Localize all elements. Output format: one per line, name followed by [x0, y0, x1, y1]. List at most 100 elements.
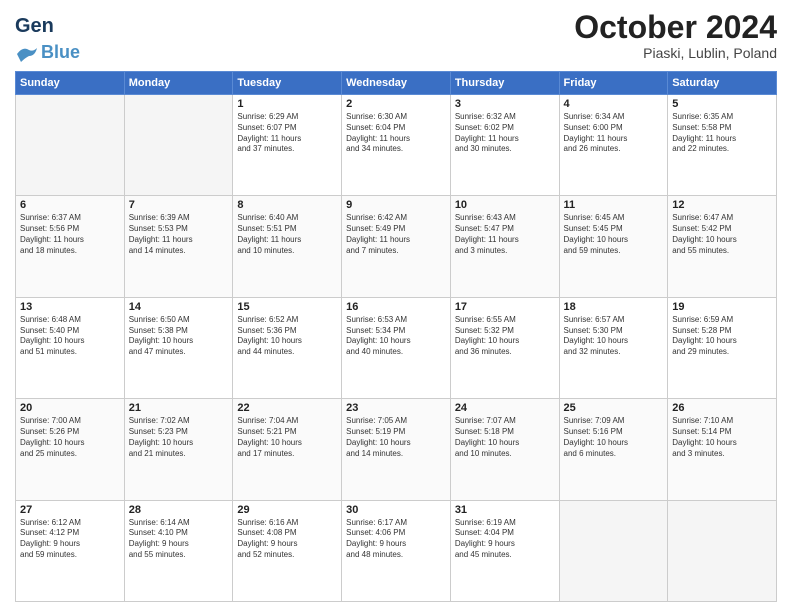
calendar-cell: 22 Sunrise: 7:04 AM Sunset: 5:21 PM Dayli…	[233, 399, 342, 500]
day-number: 28	[129, 504, 229, 516]
day-number: 1	[237, 98, 337, 110]
calendar-cell: 28 Sunrise: 6:14 AM Sunset: 4:10 PM Dayli…	[124, 500, 233, 601]
calendar-cell: 11 Sunrise: 6:45 AM Sunset: 5:45 PM Dayli…	[559, 196, 668, 297]
day-number: 13	[20, 301, 120, 313]
day-number: 7	[129, 199, 229, 211]
day-detail: Sunrise: 6:29 AM Sunset: 6:07 PM Dayligh…	[237, 112, 337, 155]
month-title: October 2024	[574, 10, 777, 45]
day-number: 12	[672, 199, 772, 211]
day-number: 30	[346, 504, 446, 516]
day-number: 16	[346, 301, 446, 313]
day-detail: Sunrise: 6:16 AM Sunset: 4:08 PM Dayligh…	[237, 518, 337, 561]
day-detail: Sunrise: 6:37 AM Sunset: 5:56 PM Dayligh…	[20, 213, 120, 256]
day-detail: Sunrise: 6:47 AM Sunset: 5:42 PM Dayligh…	[672, 213, 772, 256]
day-detail: Sunrise: 6:35 AM Sunset: 5:58 PM Dayligh…	[672, 112, 772, 155]
calendar-cell: 9Sunrise: 6:42 AM Sunset: 5:49 PM Daylig…	[342, 196, 451, 297]
calendar-cell: 23Sunrise: 7:05 AM Sunset: 5:19 PM Dayli…	[342, 399, 451, 500]
calendar-cell: 29Sunrise: 6:16 AM Sunset: 4:08 PM Dayli…	[233, 500, 342, 601]
calendar-cell: 16 Sunrise: 6:53 AM Sunset: 5:34 PM Dayli…	[342, 297, 451, 398]
day-detail: Sunrise: 6:30 AM Sunset: 6:04 PM Dayligh…	[346, 112, 446, 155]
day-number: 11	[564, 199, 664, 211]
day-number: 8	[237, 199, 337, 211]
day-number: 14	[129, 301, 229, 313]
day-number: 19	[672, 301, 772, 313]
calendar-cell: 18 Sunrise: 6:57 AM Sunset: 5:30 PM Dayli…	[559, 297, 668, 398]
day-detail: Sunrise: 6:48 AM Sunset: 5:40 PM Dayligh…	[20, 315, 120, 358]
day-detail: Sunrise: 6:52 AM Sunset: 5:36 PM Dayligh…	[237, 315, 337, 358]
day-detail: Sunrise: 6:39 AM Sunset: 5:53 PM Dayligh…	[129, 213, 229, 256]
calendar-cell: 31 Sunrise: 6:19 AM Sunset: 4:04 PM Dayli…	[450, 500, 559, 601]
weekday-header: Monday	[124, 72, 233, 95]
day-detail: Sunrise: 6:14 AM Sunset: 4:10 PM Dayligh…	[129, 518, 229, 561]
day-number: 18	[564, 301, 664, 313]
day-detail: Sunrise: 6:53 AM Sunset: 5:34 PM Dayligh…	[346, 315, 446, 358]
page-header: General Blue October 2024 Piaski, Lublin…	[15, 10, 777, 63]
calendar-cell	[668, 500, 777, 601]
calendar-cell: 19 Sunrise: 6:59 AM Sunset: 5:28 PM Dayli…	[668, 297, 777, 398]
calendar-cell: 4Sunrise: 6:34 AM Sunset: 6:00 PM Daylig…	[559, 95, 668, 196]
day-number: 3	[455, 98, 555, 110]
day-number: 5	[672, 98, 772, 110]
day-number: 21	[129, 402, 229, 414]
day-detail: Sunrise: 6:45 AM Sunset: 5:45 PM Dayligh…	[564, 213, 664, 256]
day-number: 24	[455, 402, 555, 414]
calendar-cell: 30 Sunrise: 6:17 AM Sunset: 4:06 PM Dayli…	[342, 500, 451, 601]
weekday-header: Wednesday	[342, 72, 451, 95]
weekday-header: Saturday	[668, 72, 777, 95]
calendar-table: SundayMondayTuesdayWednesdayThursdayFrid…	[15, 71, 777, 602]
calendar-cell	[559, 500, 668, 601]
day-detail: Sunrise: 6:59 AM Sunset: 5:28 PM Dayligh…	[672, 315, 772, 358]
day-number: 6	[20, 199, 120, 211]
calendar-cell: 15 Sunrise: 6:52 AM Sunset: 5:36 PM Dayli…	[233, 297, 342, 398]
calendar-header-row: SundayMondayTuesdayWednesdayThursdayFrid…	[16, 72, 777, 95]
calendar-cell: 27 Sunrise: 6:12 AM Sunset: 4:12 PM Dayli…	[16, 500, 125, 601]
day-detail: Sunrise: 6:12 AM Sunset: 4:12 PM Dayligh…	[20, 518, 120, 561]
calendar-cell: 10Sunrise: 6:43 AM Sunset: 5:47 PM Dayli…	[450, 196, 559, 297]
calendar-cell: 24 Sunrise: 7:07 AM Sunset: 5:18 PM Dayli…	[450, 399, 559, 500]
day-detail: Sunrise: 6:19 AM Sunset: 4:04 PM Dayligh…	[455, 518, 555, 561]
calendar-week-row: 13 Sunrise: 6:48 AM Sunset: 5:40 PM Dayli…	[16, 297, 777, 398]
day-number: 27	[20, 504, 120, 516]
day-detail: Sunrise: 7:02 AM Sunset: 5:23 PM Dayligh…	[129, 416, 229, 459]
day-detail: Sunrise: 7:07 AM Sunset: 5:18 PM Dayligh…	[455, 416, 555, 459]
calendar-cell: 5 Sunrise: 6:35 AM Sunset: 5:58 PM Daylig…	[668, 95, 777, 196]
day-number: 22	[237, 402, 337, 414]
day-detail: Sunrise: 7:10 AM Sunset: 5:14 PM Dayligh…	[672, 416, 772, 459]
day-detail: Sunrise: 6:43 AM Sunset: 5:47 PM Dayligh…	[455, 213, 555, 256]
calendar-cell: 8 Sunrise: 6:40 AM Sunset: 5:51 PM Daylig…	[233, 196, 342, 297]
calendar-cell: 26 Sunrise: 7:10 AM Sunset: 5:14 PM Dayli…	[668, 399, 777, 500]
svg-text:General: General	[15, 15, 53, 37]
day-detail: Sunrise: 7:09 AM Sunset: 5:16 PM Dayligh…	[564, 416, 664, 459]
calendar-week-row: 20Sunrise: 7:00 AM Sunset: 5:26 PM Dayli…	[16, 399, 777, 500]
logo-blue-text: Blue	[41, 42, 80, 63]
day-detail: Sunrise: 6:50 AM Sunset: 5:38 PM Dayligh…	[129, 315, 229, 358]
day-detail: Sunrise: 6:57 AM Sunset: 5:30 PM Dayligh…	[564, 315, 664, 358]
day-number: 31	[455, 504, 555, 516]
calendar-cell: 12 Sunrise: 6:47 AM Sunset: 5:42 PM Dayli…	[668, 196, 777, 297]
day-number: 20	[20, 402, 120, 414]
weekday-header: Thursday	[450, 72, 559, 95]
day-number: 25	[564, 402, 664, 414]
calendar-week-row: 27 Sunrise: 6:12 AM Sunset: 4:12 PM Dayli…	[16, 500, 777, 601]
calendar-cell: 7 Sunrise: 6:39 AM Sunset: 5:53 PM Daylig…	[124, 196, 233, 297]
day-number: 15	[237, 301, 337, 313]
weekday-header: Tuesday	[233, 72, 342, 95]
day-detail: Sunrise: 6:42 AM Sunset: 5:49 PM Dayligh…	[346, 213, 446, 256]
calendar-cell	[16, 95, 125, 196]
calendar-cell: 6 Sunrise: 6:37 AM Sunset: 5:56 PM Daylig…	[16, 196, 125, 297]
calendar-cell: 2 Sunrise: 6:30 AM Sunset: 6:04 PM Daylig…	[342, 95, 451, 196]
calendar-cell: 25 Sunrise: 7:09 AM Sunset: 5:16 PM Dayli…	[559, 399, 668, 500]
month-info: October 2024 Piaski, Lublin, Poland	[574, 10, 777, 61]
day-number: 26	[672, 402, 772, 414]
day-number: 4	[564, 98, 664, 110]
day-number: 23	[346, 402, 446, 414]
logo-icon: General	[15, 10, 53, 42]
day-detail: Sunrise: 6:40 AM Sunset: 5:51 PM Dayligh…	[237, 213, 337, 256]
calendar-cell: 14 Sunrise: 6:50 AM Sunset: 5:38 PM Dayli…	[124, 297, 233, 398]
day-number: 2	[346, 98, 446, 110]
bird-icon	[15, 44, 37, 62]
day-detail: Sunrise: 7:04 AM Sunset: 5:21 PM Dayligh…	[237, 416, 337, 459]
day-detail: Sunrise: 6:17 AM Sunset: 4:06 PM Dayligh…	[346, 518, 446, 561]
calendar-cell: 21 Sunrise: 7:02 AM Sunset: 5:23 PM Dayli…	[124, 399, 233, 500]
weekday-header: Sunday	[16, 72, 125, 95]
